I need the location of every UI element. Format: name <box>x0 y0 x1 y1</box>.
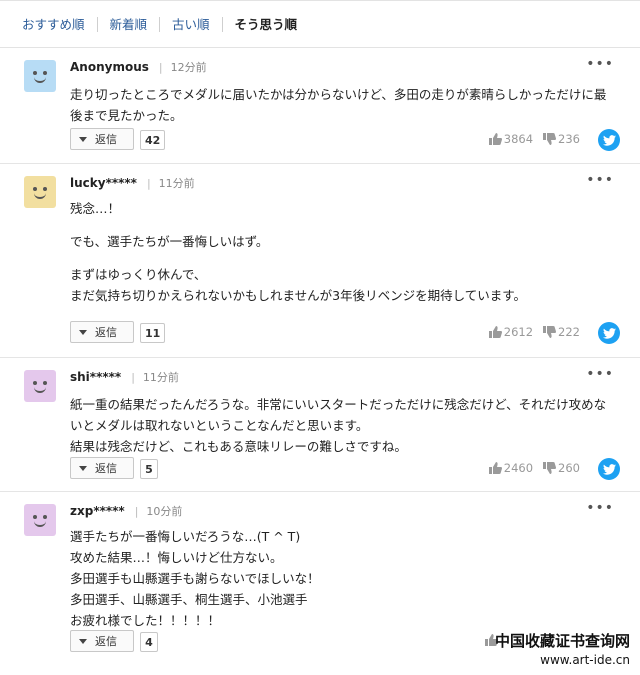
reply-button[interactable]: 返信 <box>70 457 134 479</box>
like-button[interactable]: 3864 <box>488 132 534 146</box>
reply-count: 11 <box>140 323 166 343</box>
comment-line <box>70 219 622 231</box>
reply-count: 5 <box>140 459 158 479</box>
comment-body: 紙一重の結果だったんだろうな。非常にいいスタートだっただけに残念だけど、それだけ… <box>70 394 622 457</box>
thumbs-down-icon <box>543 326 557 338</box>
like-button[interactable]: 2612 <box>488 325 534 339</box>
reply-count: 4 <box>140 632 158 652</box>
comment-line: いとメダルは取れないということなんだと思います。 <box>70 418 369 433</box>
comment-meta: Anonymous | 12分前 <box>70 60 207 74</box>
like-button[interactable]: 2460 <box>488 461 534 475</box>
comment-line: 紙一重の結果だったんだろうな。非常にいいスタートだっただけに残念だけど、それだけ… <box>70 397 607 412</box>
comment-time: 11分前 <box>142 371 179 384</box>
dropdown-triangle-icon <box>79 329 87 335</box>
twitter-share-button[interactable] <box>598 129 620 151</box>
more-options-icon[interactable]: ••• <box>586 366 614 382</box>
avatar <box>24 176 56 208</box>
comment-line: 多田選手も山縣選手も謝らないでほしいな！ <box>70 571 320 586</box>
comment-body: 残念…！ でも、選手たちが一番悔しいはず。 まずはゆっくり休んで、 まだ気持ち切… <box>70 198 622 306</box>
sort-tab-newest[interactable]: 新着順 <box>98 16 161 32</box>
comment-line: 攻めた結果…！悔しいけど仕方ない。 <box>70 550 283 565</box>
sort-bar: おすすめ順 新着順 古い順 そう思う順 <box>0 0 640 48</box>
sort-tab-agree[interactable]: そう思う順 <box>223 17 310 32</box>
dislike-count: 222 <box>558 325 580 339</box>
watermark-url: www.art-ide.cn <box>540 653 630 667</box>
comment-author[interactable]: zxp***** <box>70 504 125 518</box>
comment-body: 走り切ったところでメダルに届いたかは分からないけど、多田の走りが素晴らしかっただ… <box>70 84 622 126</box>
comment-line: でも、選手たちが一番悔しいはず。 <box>70 234 269 249</box>
vote-bar: 2460 260 <box>479 461 580 475</box>
watermark: 中国收藏证书查询网 www.art-ide.cn <box>495 630 630 667</box>
comment-time: 10分前 <box>146 505 183 518</box>
dropdown-triangle-icon <box>79 136 87 142</box>
comment-line: 後まで見たかった。 <box>70 108 183 123</box>
dislike-count: 260 <box>558 461 580 475</box>
comment-line: 多田選手、山縣選手、桐生選手、小池選手 <box>70 592 308 607</box>
more-options-icon[interactable]: ••• <box>586 56 614 72</box>
comment-meta: shi***** | 11分前 <box>70 370 179 384</box>
comment-author[interactable]: shi***** <box>70 370 121 384</box>
reply-count: 42 <box>140 130 166 150</box>
twitter-share-button[interactable] <box>598 322 620 344</box>
comment-meta: zxp***** | 10分前 <box>70 504 183 518</box>
dislike-button[interactable]: 222 <box>543 325 580 339</box>
more-options-icon[interactable]: ••• <box>586 172 614 188</box>
vote-bar: 3864 236 <box>479 132 580 146</box>
like-count: 2612 <box>503 325 534 339</box>
avatar <box>24 60 56 92</box>
comment-meta: lucky***** | 11分前 <box>70 176 195 190</box>
comment-author[interactable]: lucky***** <box>70 176 137 190</box>
comment-time: 12分前 <box>170 61 207 74</box>
comment-body: 選手たちが一番悔しいだろうな…(T ^ T) 攻めた結果…！悔しいけど仕方ない。… <box>70 526 622 631</box>
dropdown-triangle-icon <box>79 465 87 471</box>
reply-button[interactable]: 返信 <box>70 321 134 343</box>
comment-line: 残念…！ <box>70 201 121 216</box>
comment-item: shi***** | 11分前 ••• 紙一重の結果だったんだろうな。非常にいい… <box>0 358 640 492</box>
comment-item: Anonymous | 12分前 ••• 走り切ったところでメダルに届いたかは分… <box>0 48 640 164</box>
dislike-button[interactable]: 236 <box>543 132 580 146</box>
sort-tab-oldest[interactable]: 古い順 <box>160 16 223 32</box>
avatar <box>24 370 56 402</box>
comment-time: 11分前 <box>158 177 195 190</box>
reply-label: 返信 <box>95 133 117 146</box>
comment-item: lucky***** | 11分前 ••• 残念…！ でも、選手たちが一番悔しい… <box>0 164 640 358</box>
comment-line: 結果は残念だけど、これもある意味リレーの難しさですね。 <box>70 439 407 454</box>
watermark-title: 中国收藏证书查询网 <box>494 632 630 650</box>
thumbs-down-icon <box>543 462 557 474</box>
twitter-share-button[interactable] <box>598 458 620 480</box>
thumbs-down-icon <box>543 133 557 145</box>
twitter-icon <box>602 134 616 146</box>
twitter-icon <box>602 463 616 475</box>
comment-line: まずはゆっくり休んで、 <box>70 267 207 282</box>
thumbs-up-icon <box>488 133 502 145</box>
dislike-count: 236 <box>558 132 580 146</box>
like-count: 3864 <box>503 132 534 146</box>
twitter-icon <box>602 327 616 339</box>
reply-button[interactable]: 返信 <box>70 128 134 150</box>
comment-line: お疲れ様でした！！！！！ <box>70 613 221 628</box>
thumbs-up-icon <box>488 326 502 338</box>
reply-button[interactable]: 返信 <box>70 630 134 652</box>
dropdown-triangle-icon <box>79 638 87 644</box>
comment-line: まだ気持ち切りかえられないかもしれませんが3年後リベンジを期待しています。 <box>70 288 526 303</box>
comment-author[interactable]: Anonymous <box>70 60 149 74</box>
avatar <box>24 504 56 536</box>
dislike-button[interactable]: 260 <box>543 461 580 475</box>
reply-label: 返信 <box>95 462 117 475</box>
sort-tab-recommended[interactable]: おすすめ順 <box>22 16 98 32</box>
reply-label: 返信 <box>95 635 117 648</box>
thumbs-up-icon <box>488 462 502 474</box>
like-count: 2460 <box>503 461 534 475</box>
vote-bar: 2612 222 <box>479 325 580 339</box>
comment-line: 走り切ったところでメダルに届いたかは分からないけど、多田の走りが素晴らしかっただ… <box>70 87 607 102</box>
reply-label: 返信 <box>95 326 117 339</box>
comment-line: 選手たちが一番悔しいだろうな…(T ^ T) <box>70 529 301 544</box>
more-options-icon[interactable]: ••• <box>586 500 614 516</box>
comment-line <box>70 252 622 264</box>
